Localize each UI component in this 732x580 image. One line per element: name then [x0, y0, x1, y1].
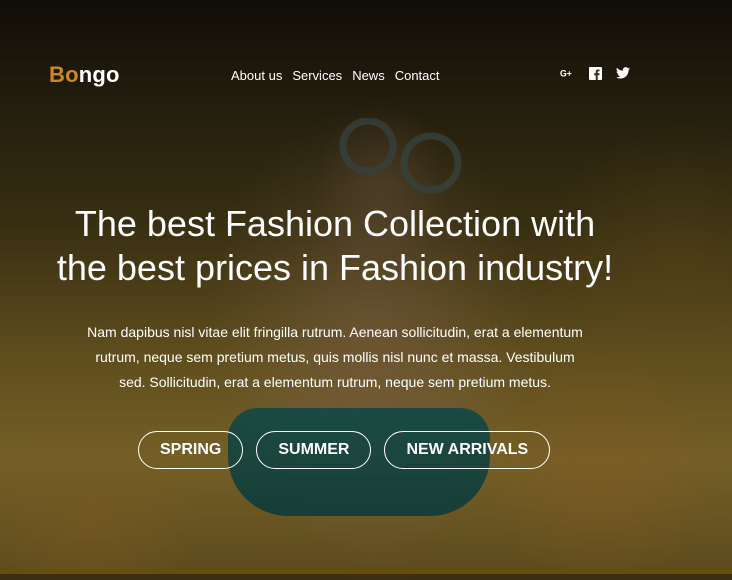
nav-link-news[interactable]: News [352, 68, 385, 83]
hero-heading-line-2: the best prices in Fashion industry! [56, 247, 614, 288]
bottom-accent-bar [0, 570, 732, 574]
hero-heading: The best Fashion Collection with the bes… [30, 202, 640, 290]
nav-link-about-us[interactable]: About us [231, 68, 282, 83]
svg-text:G+: G+ [560, 69, 572, 79]
nav-link-contact[interactable]: Contact [395, 68, 440, 83]
hero-button-group: SPRING SUMMER NEW ARRIVALS [138, 431, 551, 469]
new-arrivals-button[interactable]: NEW ARRIVALS [384, 431, 551, 469]
nav-link-services[interactable]: Services [292, 68, 342, 83]
hero-description-line-3: sed. Sollicitudin, erat a elementum rutr… [119, 374, 551, 390]
facebook-icon[interactable] [588, 66, 602, 80]
summer-button[interactable]: SUMMER [256, 431, 372, 469]
hero-description: Nam dapibus nisl vitae elit fringilla ru… [80, 320, 590, 395]
brand-logo[interactable]: Bongo [49, 62, 120, 88]
hero-description-line-1: Nam dapibus nisl vitae elit fringilla ru… [87, 324, 583, 340]
social-links: G+ [560, 66, 630, 80]
hero-heading-line-1: The best Fashion Collection with [74, 203, 596, 244]
brand-accent-part: Bo [49, 62, 79, 87]
brand-rest-part: ngo [78, 62, 120, 87]
hero-description-line-2: rutrum, neque sem pretium metus, quis mo… [95, 349, 575, 365]
spring-button[interactable]: SPRING [138, 431, 244, 469]
main-navigation: About us Services News Contact [231, 68, 440, 83]
google-plus-icon[interactable]: G+ [560, 66, 574, 80]
twitter-icon[interactable] [616, 66, 630, 80]
